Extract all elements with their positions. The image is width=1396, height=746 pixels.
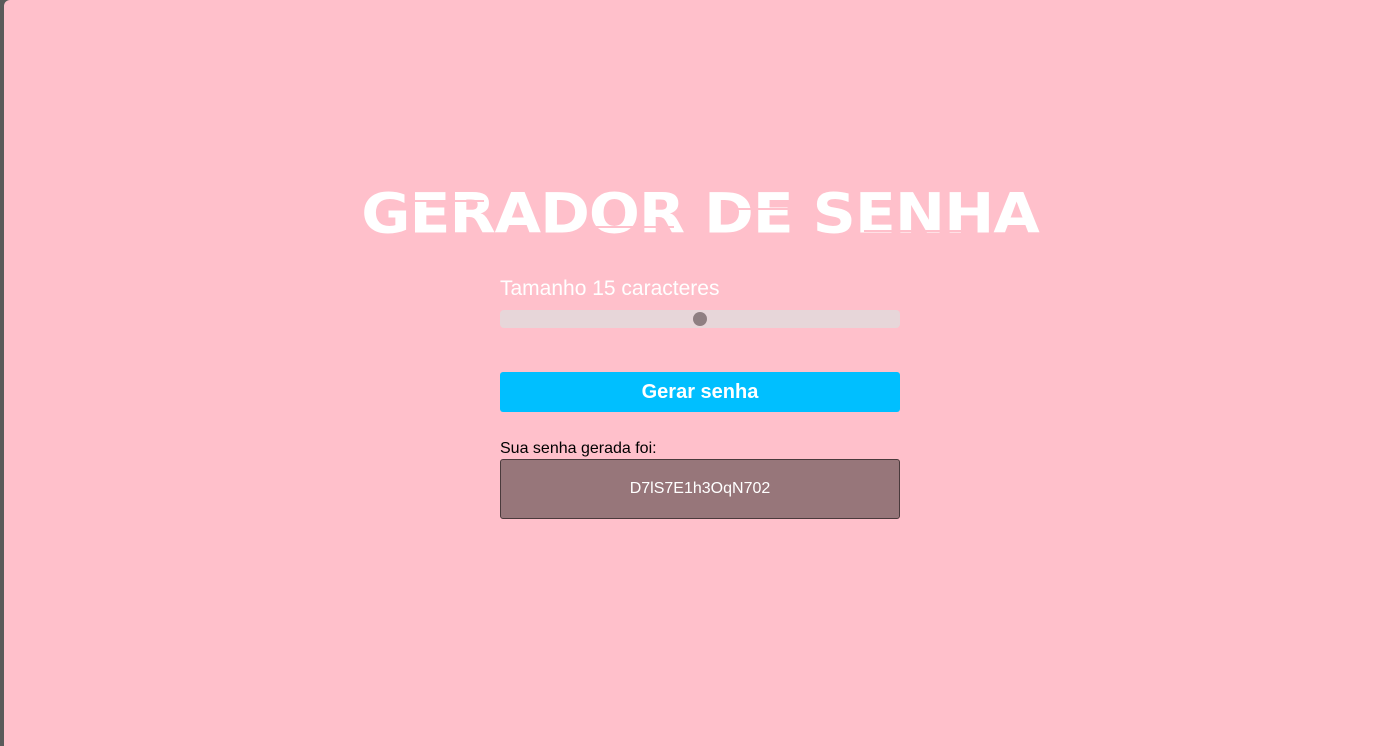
app-window: GERADOR DE SENHA Tamanho 15 caracteres G… <box>4 0 1396 746</box>
generator-panel: Tamanho 15 caracteres Gerar senha Sua se… <box>500 274 900 519</box>
length-label: Tamanho 15 caracteres <box>500 277 720 300</box>
generate-password-button[interactable]: Gerar senha <box>500 372 900 412</box>
title-glitch-overlay <box>404 178 1004 250</box>
slider-thumb[interactable] <box>693 312 707 326</box>
password-text: D7lS7E1h3OqN702 <box>629 480 771 497</box>
result-label: Sua senha gerada foi: <box>500 440 657 457</box>
length-slider[interactable] <box>500 310 900 328</box>
password-output[interactable]: D7lS7E1h3OqN702 <box>500 459 900 519</box>
